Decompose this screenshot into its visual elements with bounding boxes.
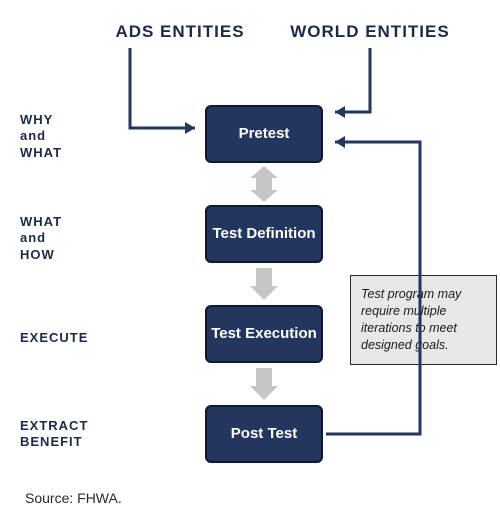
text: HOW — [20, 247, 55, 262]
arrow-world-to-pretest — [335, 48, 370, 118]
arrow-testdef-to-testexec — [250, 268, 278, 300]
text: WHAT — [20, 214, 62, 229]
side-label-why-what: WHY and WHAT — [20, 112, 110, 161]
source-citation: Source: FHWA. — [25, 490, 122, 506]
text: WHAT — [20, 145, 62, 160]
header-ads-entities: ADS ENTITIES — [105, 22, 255, 42]
text: and — [20, 230, 46, 245]
text: BENEFIT — [20, 434, 83, 449]
stage-post-test: Post Test — [205, 405, 323, 463]
text: WHY — [20, 112, 53, 127]
header-world-entities: WORLD ENTITIES — [285, 22, 455, 42]
callout-iterations: Test program may require multiple iterat… — [350, 275, 497, 365]
side-label-what-how: WHAT and HOW — [20, 214, 110, 263]
arrow-testexec-to-posttest — [250, 368, 278, 400]
side-label-execute: EXECUTE — [20, 330, 110, 346]
text: and — [20, 128, 46, 143]
stage-pretest: Pretest — [205, 105, 323, 163]
side-label-extract-benefit: EXTRACT BENEFIT — [20, 418, 110, 451]
arrow-ads-to-pretest — [130, 48, 195, 134]
stage-test-definition: Test Definition — [205, 205, 323, 263]
diagram-canvas: ADS ENTITIES WORLD ENTITIES WHY and WHAT… — [0, 0, 500, 524]
arrow-pretest-testdef-bidir — [250, 166, 278, 202]
text: EXTRACT — [20, 418, 88, 433]
stage-test-execution: Test Execution — [205, 305, 323, 363]
